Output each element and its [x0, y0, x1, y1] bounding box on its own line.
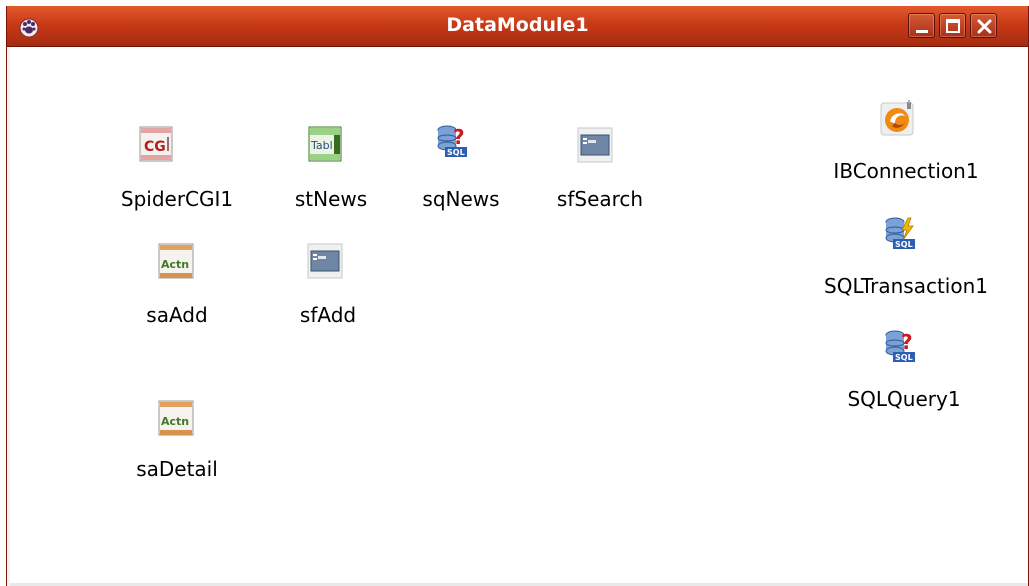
svg-text:SQL: SQL [447, 148, 465, 157]
svg-text:SQL: SQL [895, 353, 913, 362]
svg-text:SQL: SQL [895, 240, 913, 249]
action-icon: Actn [158, 243, 194, 279]
datamodule-canvas[interactable]: CG SpiderCGI1 Tabl stNews ? SQL sqNews s… [7, 47, 1028, 586]
svg-text:Actn: Actn [161, 258, 189, 271]
window-title: DataModule1 [446, 14, 589, 36]
form-icon [577, 127, 613, 163]
firebird-connection-icon [880, 100, 914, 136]
component-label: stNews [294, 187, 368, 211]
svg-text:?: ? [453, 125, 465, 149]
close-icon [977, 19, 992, 34]
minimize-icon [916, 30, 928, 33]
svg-text:Actn: Actn [161, 415, 189, 428]
sql-transaction-icon: SQL [885, 217, 915, 249]
cgi-icon: CG [139, 126, 173, 162]
svg-text:?: ? [901, 330, 913, 354]
svg-text:CG: CG [144, 139, 166, 155]
close-button[interactable] [970, 13, 997, 38]
component-label: saAdd [146, 303, 208, 327]
svg-text:Tabl: Tabl [310, 139, 333, 152]
lazarus-paw-icon[interactable] [18, 16, 40, 38]
sql-query-icon: ? SQL [437, 125, 467, 157]
component-label: sqNews [422, 187, 500, 211]
component-label: IBConnection1 [833, 159, 979, 183]
action-icon: Actn [158, 400, 194, 436]
table-icon: Tabl [308, 126, 342, 162]
component-label: SQLQuery1 [847, 387, 961, 411]
maximize-icon [946, 19, 960, 33]
title-bar[interactable]: DataModule1 [7, 6, 1028, 47]
component-label: SQLTransaction1 [824, 274, 988, 298]
component-label: saDetail [136, 457, 218, 481]
minimize-button[interactable] [908, 13, 935, 38]
sql-query-icon: ? SQL [885, 330, 915, 362]
maximize-button[interactable] [939, 13, 966, 38]
form-icon [307, 243, 343, 279]
datamodule-window: DataModule1 CG SpiderCGI1 Tabl stNews ? … [6, 6, 1029, 586]
component-label: sfAdd [299, 303, 357, 327]
component-label: sfSearch [556, 187, 644, 211]
component-label: SpiderCGI1 [120, 187, 234, 211]
